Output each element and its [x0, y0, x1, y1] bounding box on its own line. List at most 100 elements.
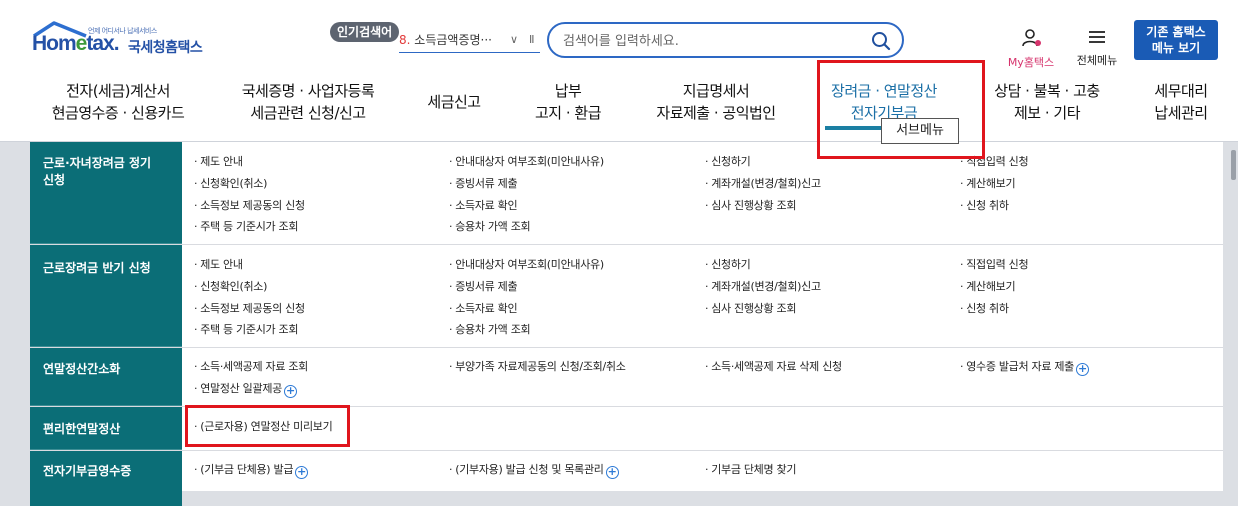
submenu-row-simplified: 연말정산간소화 소득·세액공제 자료 조회 연말정산 일괄제공+ 부양가족 자료…	[30, 348, 1223, 407]
submenu-link-with-plus[interactable]: 영수증 발급처 자료 제출+	[960, 358, 1089, 376]
submenu-link[interactable]: 증빙서류 제출	[449, 175, 517, 191]
gnb-tax-agent[interactable]: 세무대리 납세관리	[1150, 80, 1212, 124]
submenu-link-label: 연말정산 일괄제공	[200, 382, 282, 395]
submenu-link[interactable]: 신청하기	[705, 153, 751, 169]
page-scrollbar[interactable]	[1231, 150, 1236, 180]
category-label-line2: 신청	[43, 173, 66, 187]
submenu-link[interactable]: 계산해보기	[960, 175, 1015, 191]
submenu-category[interactable]: 근로·자녀장려금 정기 신청	[30, 142, 182, 244]
submenu-link-with-plus[interactable]: (기부금 단체용) 발급+	[194, 461, 309, 479]
plus-circle-icon[interactable]: +	[295, 466, 309, 479]
gnb-label-line2: 자료제출 · 공익법인	[656, 104, 776, 122]
submenu-link[interactable]: 소득자료 확인	[449, 300, 517, 316]
user-icon	[1022, 29, 1041, 47]
category-label-line1: 연말정산간소화	[43, 362, 121, 376]
submenu-link[interactable]: 제도 안내	[194, 153, 243, 169]
submenu-link[interactable]: 계좌개설(변경/철회)신고	[705, 278, 821, 294]
category-column-extension	[30, 491, 182, 506]
gnb-label-line2: 납세관리	[1154, 104, 1208, 122]
hamburger-icon	[1089, 31, 1105, 43]
classic-menu-line2: 메뉴 보기	[1151, 41, 1201, 55]
submenu-link-with-plus[interactable]: 연말정산 일괄제공+	[194, 380, 297, 398]
submenu-link[interactable]: 신청 취하	[960, 197, 1009, 213]
search-box	[547, 22, 904, 58]
gnb-e-invoice[interactable]: 전자(세금)계산서 현금영수증 · 신용카드	[48, 80, 188, 124]
submenu-link[interactable]: 소득정보 제공동의 신청	[194, 197, 305, 213]
submenu-link-label: (기부자용) 발급 신청 및 목록관리	[455, 463, 604, 476]
submenu-link[interactable]: 심사 진행상황 조회	[705, 197, 796, 213]
submenu-link-with-plus[interactable]: (기부자용) 발급 신청 및 목록관리+	[449, 461, 619, 479]
submenu-row-regular: 근로·자녀장려금 정기 신청 제도 안내 신청확인(취소) 소득정보 제공동의 …	[30, 142, 1223, 245]
category-label-line1: 편리한연말정산	[43, 422, 121, 436]
search-icon[interactable]	[870, 30, 892, 52]
submenu-link[interactable]: 신청하기	[705, 256, 751, 272]
plus-circle-icon[interactable]: +	[1076, 363, 1089, 376]
submenu-link[interactable]: 주택 등 기준시가 조회	[194, 218, 298, 234]
submenu-link[interactable]: 심사 진행상황 조회	[705, 300, 796, 316]
submenu-link[interactable]: 주택 등 기준시가 조회	[194, 321, 298, 337]
gnb-consulting[interactable]: 상담 · 불복 · 고충 제보 · 기타	[988, 80, 1106, 124]
gnb-label-line1: 전자(세금)계산서	[66, 82, 170, 100]
my-hometax-label: My홈택스	[1007, 56, 1055, 69]
category-label-line1: 근로장려금 반기 신청	[43, 261, 151, 275]
logo-korean-name: 국세청홈택스	[128, 40, 203, 56]
gnb-tax-return[interactable]: 세금신고	[424, 91, 484, 113]
submenu-category[interactable]: 근로장려금 반기 신청	[30, 245, 182, 347]
submenu-link[interactable]: 소득·세액공제 자료 조회	[194, 358, 308, 374]
submenu-link-label: 영수증 발급처 자료 제출	[966, 360, 1074, 373]
submenu-link[interactable]: 승용차 가액 조회	[449, 218, 530, 234]
popular-search-ticker[interactable]: 8. 소득금액증명··· ∨ II	[399, 27, 540, 53]
submenu-row-semiannual: 근로장려금 반기 신청 제도 안내 신청확인(취소) 소득정보 제공동의 신청 …	[30, 245, 1223, 348]
gnb-certificate[interactable]: 국세증명 · 사업자등록 세금관련 신청/신고	[237, 80, 379, 124]
submenu-link[interactable]: 기부금 단체명 찾기	[705, 461, 796, 477]
search-input[interactable]	[563, 32, 863, 50]
highlight-box-preview	[185, 405, 350, 447]
my-hometax-button[interactable]: My홈택스	[1003, 28, 1059, 70]
all-menu-button[interactable]: 전체메뉴	[1072, 28, 1122, 68]
hometax-logo[interactable]: 언제 어디서나 납세서비스 Hometax. 국세청홈택스	[30, 20, 220, 60]
submenu-link[interactable]: 계산해보기	[960, 278, 1015, 294]
submenu-link[interactable]: 계좌개설(변경/철회)신고	[705, 175, 821, 191]
submenu-link[interactable]: 신청확인(취소)	[194, 278, 267, 294]
submenu-category[interactable]: 편리한연말정산	[30, 407, 182, 450]
submenu-link[interactable]: 소득자료 확인	[449, 197, 517, 213]
plus-circle-icon[interactable]: +	[605, 466, 619, 479]
submenu-link[interactable]: 승용차 가액 조회	[449, 321, 530, 337]
gnb-payment[interactable]: 납부 고지 · 환급	[530, 80, 606, 124]
gnb-label-line2: 현금영수증 · 신용카드	[51, 104, 185, 122]
gnb-payment-statement[interactable]: 지급명세서 자료제출 · 공익법인	[651, 80, 781, 124]
submenu-link[interactable]: 신청확인(취소)	[194, 175, 267, 191]
submenu-category[interactable]: 연말정산간소화	[30, 348, 182, 406]
submenu-category[interactable]: 전자기부금영수증	[30, 451, 182, 491]
popular-search-term[interactable]: 소득금액증명···	[414, 33, 492, 47]
gnb-label-line1: 납부	[554, 82, 582, 100]
plus-circle-icon[interactable]: +	[283, 385, 297, 398]
submenu-link[interactable]: 증빙서류 제출	[449, 278, 517, 294]
pause-icon[interactable]: II	[529, 27, 534, 53]
gnb-label-line2: 고지 · 환급	[534, 104, 602, 122]
submenu-link[interactable]: 소득정보 제공동의 신청	[194, 300, 305, 316]
popular-search-rank: 8.	[399, 33, 411, 47]
gnb-label-line1: 상담 · 불복 · 고충	[994, 82, 1100, 100]
submenu-link[interactable]: 신청 취하	[960, 300, 1009, 316]
submenu-link[interactable]: 안내대상자 여부조회(미안내사유)	[449, 153, 604, 169]
submenu-link[interactable]: 안내대상자 여부조회(미안내사유)	[449, 256, 604, 272]
popular-search-badge: 인기검색어	[330, 22, 400, 42]
category-label-line1: 전자기부금영수증	[43, 464, 132, 478]
header: 언제 어디서나 납세서비스 Hometax. 국세청홈택스 인기검색어 8. 소…	[0, 0, 1238, 142]
submenu-link[interactable]: 직접입력 신청	[960, 256, 1028, 272]
gnb-label-line2: 세금관련 신청/신고	[250, 104, 366, 122]
submenu-link[interactable]: 부양가족 자료제공동의 신청/조회/취소	[449, 358, 626, 374]
category-label-line1: 근로·자녀장려금 정기	[43, 156, 152, 170]
submenu-link[interactable]: 제도 안내	[194, 256, 243, 272]
gnb-label-line1: 세금신고	[427, 93, 481, 111]
classic-menu-button[interactable]: 기존 홈택스 메뉴 보기	[1134, 20, 1218, 60]
chevron-down-icon[interactable]: ∨	[510, 27, 518, 53]
gnb-label-line1: 세무대리	[1154, 82, 1208, 100]
gnb-label-line1: 지급명세서	[682, 82, 750, 100]
submenu-link[interactable]: 소득·세액공제 자료 삭제 신청	[705, 358, 842, 374]
logo-wordmark: Hometax.	[32, 32, 120, 55]
submenu-row-donation: 전자기부금영수증 (기부금 단체용) 발급+ (기부자용) 발급 신청 및 목록…	[30, 451, 1223, 491]
classic-menu-line1: 기존 홈택스	[1146, 25, 1206, 39]
all-menu-label: 전체메뉴	[1076, 54, 1118, 67]
